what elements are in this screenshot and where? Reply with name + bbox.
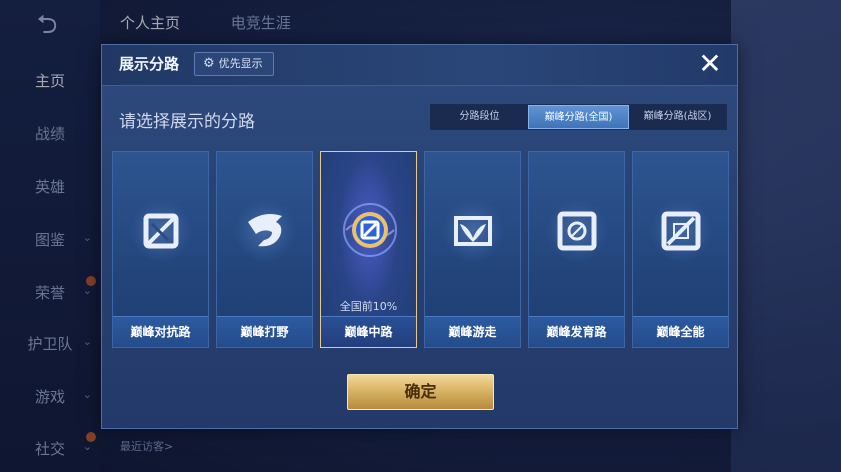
confirm-button[interactable]: 确定 xyxy=(347,374,494,410)
sword-cross-icon xyxy=(130,200,192,262)
lane-card-label: 巅峰全能 xyxy=(633,316,728,347)
lane-card-label: 巅峰打野 xyxy=(217,316,312,347)
lane-card-label: 巅峰中路 xyxy=(321,316,416,347)
lane-card-jungle[interactable]: 巅峰打野 xyxy=(216,151,313,348)
wings-icon xyxy=(442,200,504,262)
dialog-title: 展示分路 xyxy=(119,55,180,73)
dialog-header: 展示分路 ⚙ 优先显示 ✕ xyxy=(102,45,737,86)
lane-card-support[interactable]: 巅峰游走 xyxy=(424,151,521,348)
tab-peak-region[interactable]: 巅峰分路(战区) xyxy=(629,105,726,129)
lane-card-label: 巅峰游走 xyxy=(425,316,520,347)
rank-percentile: 全国前10% xyxy=(339,300,398,313)
lane-card-mid[interactable]: 全国前10% 巅峰中路 xyxy=(320,151,417,348)
lane-card-label: 巅峰对抗路 xyxy=(113,316,208,347)
priority-label: 优先显示 xyxy=(218,57,263,70)
lane-type-tabs: 分路段位 巅峰分路(全国) 巅峰分路(战区) xyxy=(430,104,727,130)
lane-card-adc[interactable]: 巅峰发育路 xyxy=(528,151,625,348)
priority-display-button[interactable]: ⚙ 优先显示 xyxy=(194,52,274,76)
lane-display-dialog: 展示分路 ⚙ 优先显示 ✕ 请选择展示的分路 分路段位 巅峰分路(全国) 巅峰分… xyxy=(101,44,738,429)
tab-peak-national[interactable]: 巅峰分路(全国) xyxy=(528,105,629,129)
lane-card-allround[interactable]: 巅峰全能 xyxy=(632,151,729,348)
dragon-icon xyxy=(234,200,296,262)
all-round-icon xyxy=(650,200,712,262)
lane-card-top[interactable]: 巅峰对抗路 xyxy=(112,151,209,348)
tab-lane-rank[interactable]: 分路段位 xyxy=(431,105,528,129)
select-prompt: 请选择展示的分路 xyxy=(119,112,255,132)
gear-icon: ⚙ xyxy=(203,56,215,71)
mage-emblem-icon xyxy=(340,200,400,260)
lane-card-label: 巅峰发育路 xyxy=(529,316,624,347)
target-icon xyxy=(546,200,608,262)
close-icon[interactable]: ✕ xyxy=(695,49,725,79)
